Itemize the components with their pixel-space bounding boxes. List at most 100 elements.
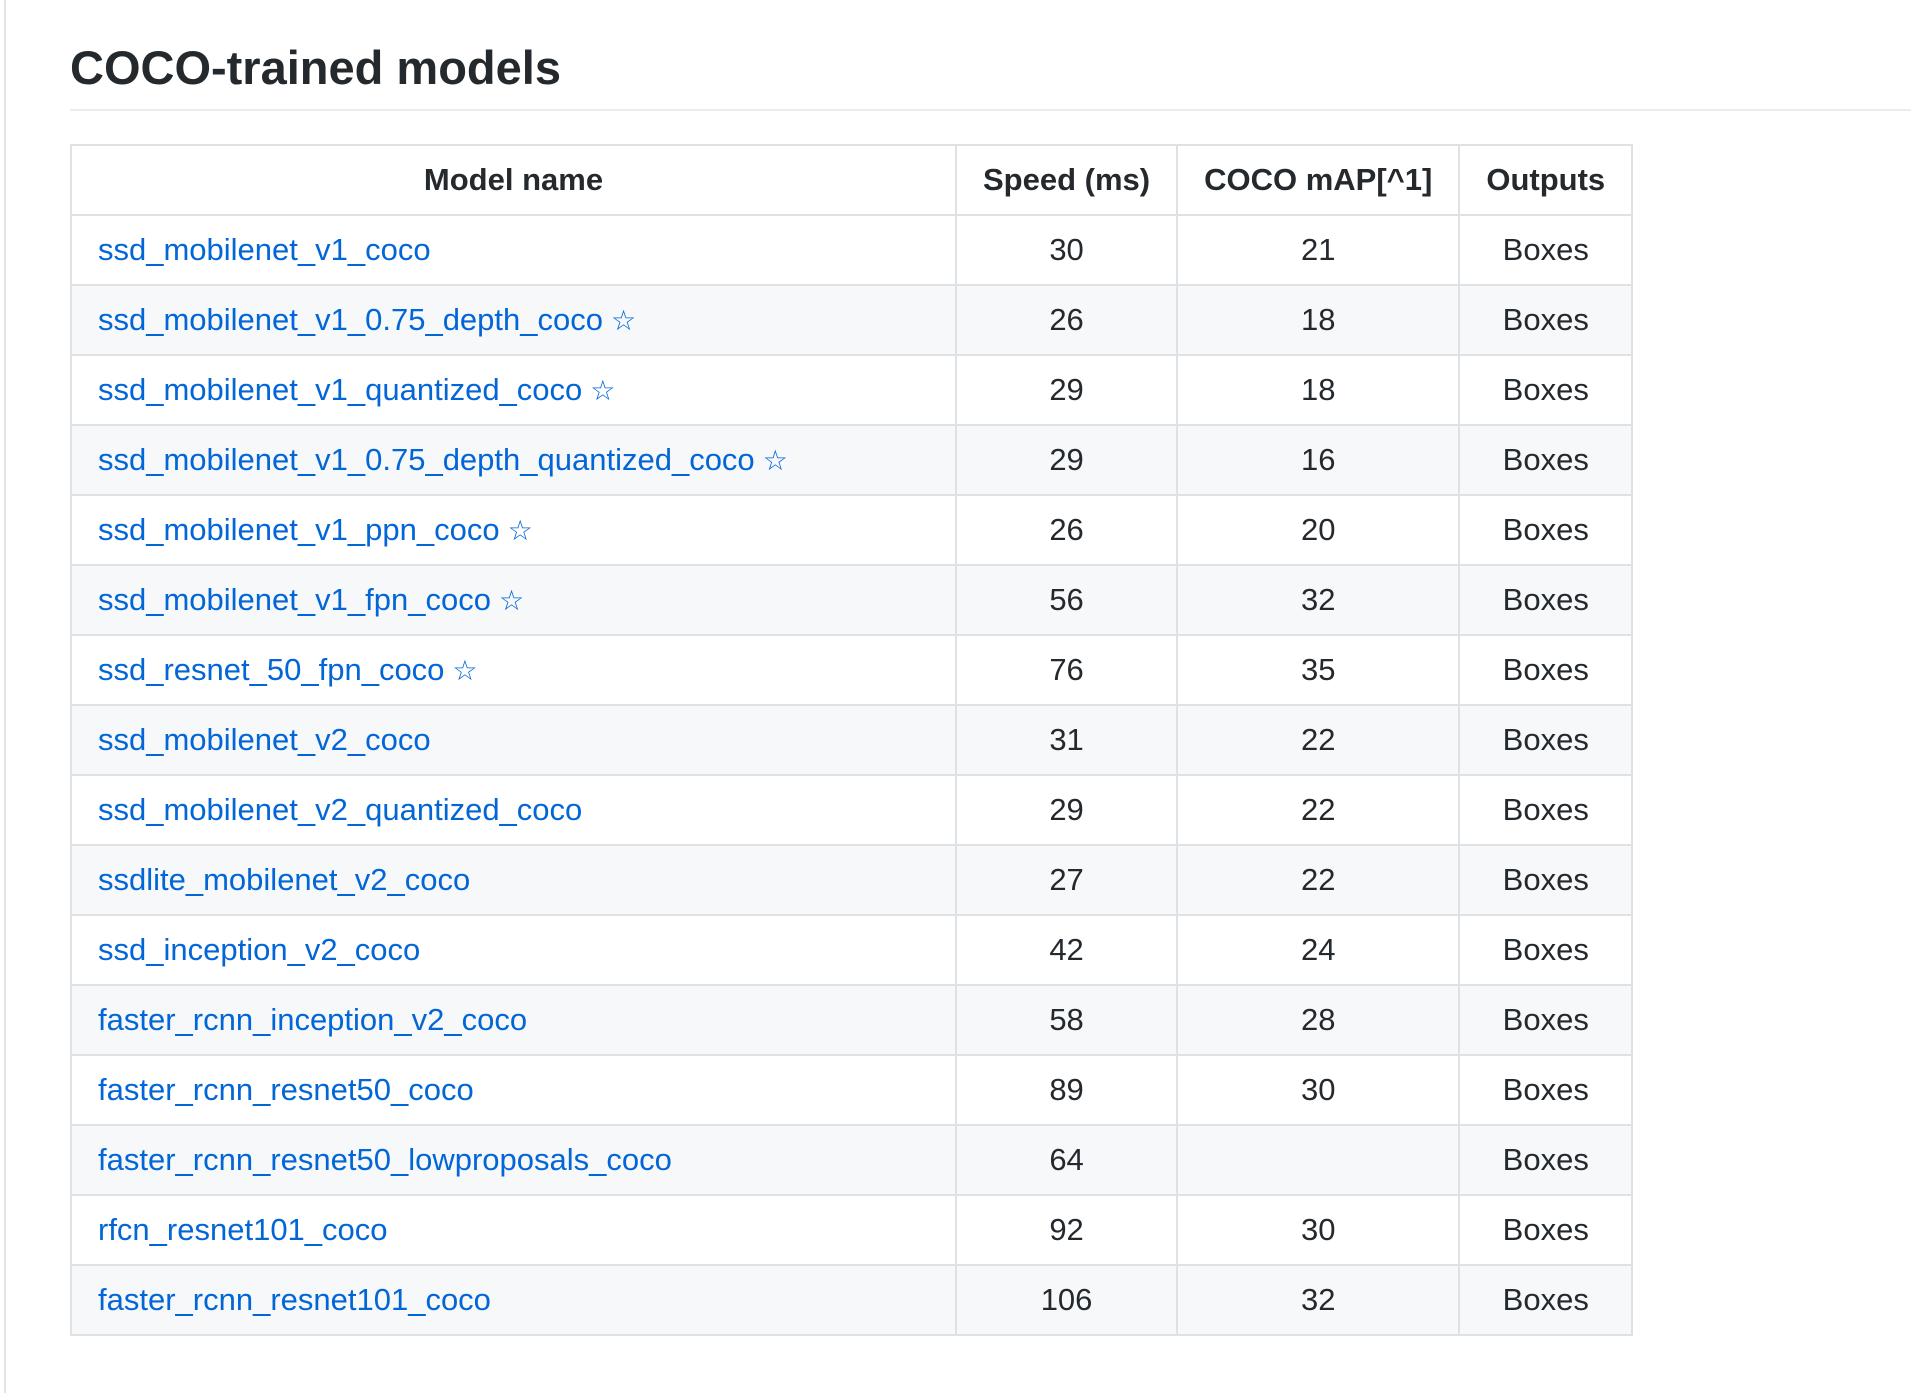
coco-map-cell: 18: [1176, 284, 1461, 356]
table-row: faster_rcnn_resnet50_lowproposals_coco 64…: [70, 1124, 1634, 1196]
header-outputs: Outputs: [1458, 144, 1634, 216]
model-link[interactable]: ssd_inception_v2_coco: [98, 932, 420, 967]
table-row: ssd_mobilenet_v1_ppn_coco ☆ 26 20 Boxes: [70, 494, 1634, 566]
table-row: ssd_resnet_50_fpn_coco ☆ 76 35 Boxes: [70, 634, 1634, 706]
outputs-cell: Boxes: [1458, 1194, 1634, 1266]
table-row: rfcn_resnet101_coco 92 30 Boxes: [70, 1194, 1634, 1266]
model-name-cell: ssd_mobilenet_v1_quantized_coco ☆: [70, 354, 957, 426]
model-link[interactable]: ssdlite_mobilenet_v2_coco: [98, 862, 470, 897]
table-row: faster_rcnn_inception_v2_coco 58 28 Boxes: [70, 984, 1634, 1056]
speed-cell: 76: [954, 634, 1179, 706]
outputs-cell: Boxes: [1458, 634, 1634, 706]
model-name-cell: faster_rcnn_resnet50_coco: [70, 1054, 957, 1126]
model-name-cell: ssd_inception_v2_coco: [70, 914, 957, 986]
outputs-cell: Boxes: [1458, 1124, 1634, 1196]
coco-map-cell: 32: [1176, 564, 1461, 636]
model-link[interactable]: ssd_mobilenet_v2_coco: [98, 722, 431, 757]
coco-map-cell: 22: [1176, 844, 1461, 916]
model-name-cell: ssd_mobilenet_v2_quantized_coco: [70, 774, 957, 846]
coco-map-cell: 20: [1176, 494, 1461, 566]
star-icon: ☆: [498, 584, 525, 617]
speed-cell: 92: [954, 1194, 1179, 1266]
model-link[interactable]: ssd_mobilenet_v1_0.75_depth_quantized_co…: [98, 442, 755, 477]
outputs-cell: Boxes: [1458, 704, 1634, 776]
outputs-cell: Boxes: [1458, 494, 1634, 566]
speed-cell: 42: [954, 914, 1179, 986]
star-icon: ☆: [452, 654, 478, 687]
header-speed: Speed (ms): [954, 144, 1179, 216]
outputs-cell: Boxes: [1458, 354, 1634, 426]
table-row: ssd_mobilenet_v1_coco 30 21 Boxes: [70, 214, 1634, 286]
outputs-cell: Boxes: [1458, 844, 1634, 916]
outputs-cell: Boxes: [1458, 214, 1634, 286]
model-link[interactable]: ssd_mobilenet_v1_quantized_coco: [98, 372, 582, 407]
model-link[interactable]: faster_rcnn_resnet50_coco: [98, 1072, 474, 1107]
model-name-cell: faster_rcnn_inception_v2_coco: [70, 984, 957, 1056]
table-row: faster_rcnn_resnet101_coco 106 32 Boxes: [70, 1264, 1634, 1336]
outputs-cell: Boxes: [1458, 1054, 1634, 1126]
speed-cell: 56: [954, 564, 1179, 636]
header-model-name: Model name: [70, 144, 957, 216]
speed-cell: 29: [954, 354, 1179, 426]
model-link[interactable]: ssd_mobilenet_v1_0.75_depth_coco: [98, 302, 603, 337]
model-link[interactable]: faster_rcnn_resnet101_coco: [98, 1282, 491, 1317]
model-name-cell: ssd_mobilenet_v1_0.75_depth_coco ☆: [70, 284, 957, 356]
coco-map-cell: 18: [1176, 354, 1461, 426]
speed-cell: 30: [954, 214, 1179, 286]
model-name-cell: ssd_mobilenet_v1_fpn_coco ☆: [70, 564, 957, 636]
model-name-cell: ssd_mobilenet_v1_0.75_depth_quantized_co…: [70, 424, 957, 496]
speed-cell: 27: [954, 844, 1179, 916]
speed-cell: 31: [954, 704, 1179, 776]
table-row: ssd_mobilenet_v1_quantized_coco ☆ 29 18 Boxe…: [70, 354, 1634, 426]
table-header-row: Model name Speed (ms) COCO mAP[^1] Outpu…: [70, 144, 1634, 216]
speed-cell: 89: [954, 1054, 1179, 1126]
model-link[interactable]: ssd_mobilenet_v1_ppn_coco: [98, 512, 500, 547]
coco-map-cell: 22: [1176, 704, 1461, 776]
outputs-cell: Boxes: [1458, 1264, 1634, 1336]
coco-map-cell: 32: [1176, 1264, 1461, 1336]
star-icon: ☆: [762, 444, 788, 477]
outputs-cell: Boxes: [1458, 284, 1634, 356]
speed-cell: 64: [954, 1124, 1179, 1196]
speed-cell: 26: [954, 494, 1179, 566]
left-page-border: [4, 0, 6, 1393]
model-link[interactable]: ssd_mobilenet_v1_coco: [98, 232, 431, 267]
outputs-cell: Boxes: [1458, 424, 1634, 496]
model-link[interactable]: faster_rcnn_inception_v2_coco: [98, 1002, 527, 1037]
speed-cell: 106: [954, 1264, 1179, 1336]
star-icon: ☆: [507, 514, 533, 547]
speed-cell: 26: [954, 284, 1179, 356]
models-table: Model name Speed (ms) COCO mAP[^1] Outpu…: [70, 144, 1634, 1336]
table-row: ssd_mobilenet_v1_0.75_depth_quantized_co…: [70, 424, 1634, 496]
coco-map-cell: [1176, 1124, 1461, 1196]
speed-cell: 58: [954, 984, 1179, 1056]
page-title: COCO-trained models: [70, 41, 561, 94]
table-row: ssd_mobilenet_v1_fpn_coco ☆ 56 32 Boxes: [70, 564, 1634, 636]
coco-map-cell: 30: [1176, 1194, 1461, 1266]
star-icon: ☆: [611, 304, 637, 337]
table-row: faster_rcnn_resnet50_coco 89 30 Boxes: [70, 1054, 1634, 1126]
model-link[interactable]: ssd_mobilenet_v2_quantized_coco: [98, 792, 582, 827]
table-row: ssd_mobilenet_v2_coco 31 22 Boxes: [70, 704, 1634, 776]
model-link[interactable]: ssd_mobilenet_v1_fpn_coco: [98, 582, 491, 617]
model-name-cell: ssd_mobilenet_v1_coco: [70, 214, 957, 286]
model-name-cell: rfcn_resnet101_coco: [70, 1194, 957, 1266]
model-link[interactable]: rfcn_resnet101_coco: [98, 1212, 388, 1247]
model-name-cell: faster_rcnn_resnet50_lowproposals_coco: [70, 1124, 957, 1196]
table-row: ssd_mobilenet_v1_0.75_depth_coco ☆ 26 18 Box…: [70, 284, 1634, 356]
table-row: ssd_mobilenet_v2_quantized_coco 29 22 Boxes: [70, 774, 1634, 846]
model-link[interactable]: faster_rcnn_resnet50_lowproposals_coco: [98, 1142, 672, 1177]
coco-map-cell: 24: [1176, 914, 1461, 986]
coco-map-cell: 21: [1176, 214, 1461, 286]
outputs-cell: Boxes: [1458, 564, 1634, 636]
coco-map-cell: 16: [1176, 424, 1461, 496]
outputs-cell: Boxes: [1458, 774, 1634, 846]
table-body: ssd_mobilenet_v1_coco 30 21 Boxes ssd_mobile…: [70, 214, 1634, 1336]
model-link[interactable]: ssd_resnet_50_fpn_coco: [98, 652, 444, 687]
table-row: ssdlite_mobilenet_v2_coco 27 22 Boxes: [70, 844, 1634, 916]
speed-cell: 29: [954, 774, 1179, 846]
star-icon: ☆: [590, 374, 616, 407]
title-divider: [70, 109, 1911, 111]
header-coco-map: COCO mAP[^1]: [1176, 144, 1461, 216]
model-name-cell: faster_rcnn_resnet101_coco: [70, 1264, 957, 1336]
